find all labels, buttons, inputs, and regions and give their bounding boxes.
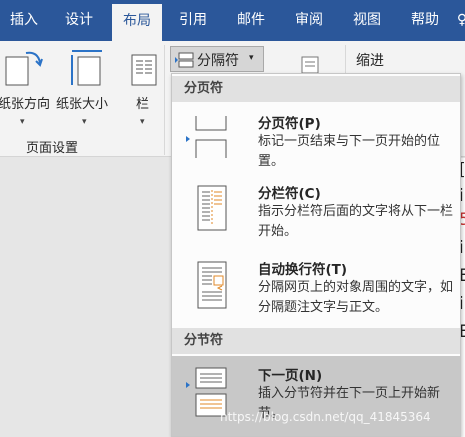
tab-references[interactable]: 引用 — [170, 0, 216, 41]
watermark-text: https://blog.csdn.net/qq_41845364 — [220, 410, 431, 424]
chevron-down-icon: ▾ — [20, 117, 25, 127]
tab-insert[interactable]: 插入 — [4, 0, 44, 41]
orientation-icon — [5, 51, 43, 86]
size-label: 纸张大小 — [56, 97, 109, 112]
chevron-down-icon: ▾ — [140, 117, 145, 127]
menu-item-text-wrapping-break[interactable]: 自动换行符(T) 分隔网页上的对象周围的文字，如分隔题注文字与正文。 — [172, 250, 460, 326]
line-numbers-icon[interactable] — [300, 55, 320, 73]
tab-more-icon[interactable]: ♀ — [452, 0, 465, 41]
chevron-down-icon: ▾ — [249, 53, 254, 63]
menu-item-page-break[interactable]: 分页符(P) 标记一页结束与下一页开始的位置。 — [172, 104, 460, 172]
menu-item-column-break[interactable]: 分栏符(C) 指示分栏符后面的文字将从下一栏开始。 — [172, 174, 460, 246]
paper-size-icon — [71, 50, 102, 86]
text-wrapping-break-icon — [197, 261, 227, 309]
breaks-dropdown-menu: 分页符 分页符(P) 标记一页结束与下一页开始的位置。 分栏符(C) 指示分栏符… — [171, 73, 461, 437]
tab-review[interactable]: 审阅 — [286, 0, 332, 41]
columns-icon — [131, 54, 157, 86]
group-divider — [164, 45, 165, 155]
tab-design[interactable]: 设计 — [56, 0, 102, 41]
column-break-icon — [197, 185, 227, 231]
menu-item-title: 分页符(P) — [258, 116, 321, 132]
page-break-icon — [195, 116, 227, 158]
indent-label: 缩进 — [356, 53, 384, 69]
columns-label: 栏 — [136, 97, 150, 112]
breaks-label: 分隔符 — [197, 53, 239, 69]
tab-view[interactable]: 视图 — [344, 0, 390, 41]
page-setup-group-label: 页面设置 — [26, 141, 79, 156]
section-header-section-breaks: 分节符 — [172, 328, 460, 354]
menu-item-title: 自动换行符(T) — [258, 262, 348, 278]
breaks-icon — [175, 52, 194, 68]
menu-item-title: 下一页(N) — [258, 368, 323, 384]
menu-item-description: 标记一页结束与下一页开始的位置。 — [258, 134, 441, 169]
breaks-button[interactable]: 分隔符 ▾ — [170, 46, 264, 72]
menu-item-next-page[interactable]: 下一页(N) 插入分节符并在下一页上开始新节。 — [172, 356, 460, 436]
tab-layout[interactable]: 布局 — [112, 4, 162, 41]
section-header-page-breaks: 分页符 — [172, 76, 460, 102]
menu-item-title: 分栏符(C) — [258, 186, 321, 202]
group-divider — [345, 45, 346, 75]
chevron-down-icon: ▾ — [82, 117, 87, 127]
menu-item-description: 分隔网页上的对象周围的文字，如分隔题注文字与正文。 — [258, 280, 454, 315]
menu-item-description: 指示分栏符后面的文字将从下一栏开始。 — [258, 204, 454, 239]
selection-marker-icon — [186, 382, 190, 388]
size-button[interactable]: 纸张大小 ▾ — [56, 47, 118, 131]
tab-help[interactable]: 帮助 — [402, 0, 448, 41]
orientation-button[interactable]: 纸张方向 ▾ — [0, 47, 52, 131]
selection-marker-icon — [186, 136, 190, 142]
tab-mailings[interactable]: 邮件 — [228, 0, 274, 41]
columns-button[interactable]: 栏 ▾ — [126, 47, 162, 131]
ribbon-tab-bar: 插入 设计 布局 引用 邮件 审阅 视图 帮助 ♀ — [0, 0, 465, 41]
orientation-label: 纸张方向 — [0, 97, 51, 112]
